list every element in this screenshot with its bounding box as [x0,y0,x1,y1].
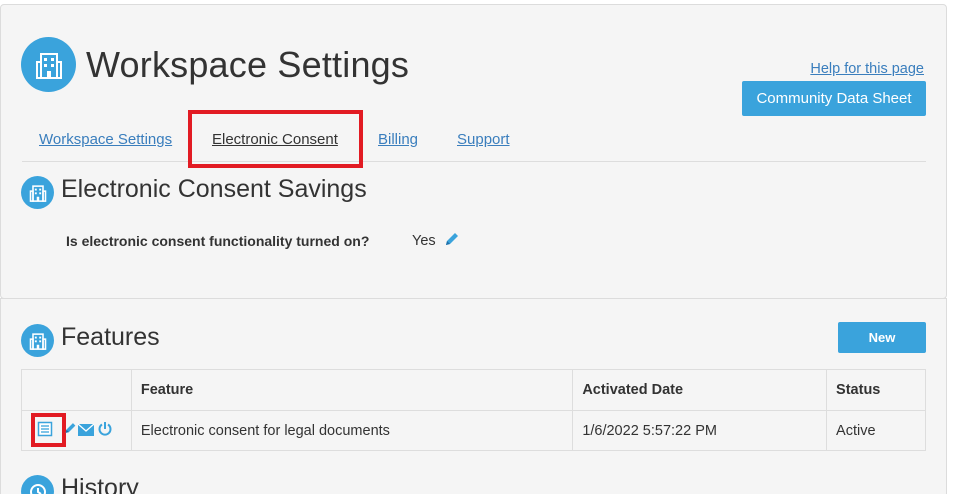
tab-bar: Workspace Settings Electronic Consent Bi… [22,0,926,162]
tab-workspace-settings[interactable]: Workspace Settings [39,131,172,148]
column-header-activated-date: Activated Date [572,369,828,411]
email-icon[interactable] [77,423,95,441]
features-table: Feature Activated Date Status Electronic… [21,369,926,451]
table-header-row: Feature Activated Date Status [21,369,926,411]
status-cell: Active [826,410,926,451]
power-icon[interactable] [97,421,113,442]
column-header-feature: Feature [130,369,574,411]
column-header-actions [21,369,132,411]
tab-support[interactable]: Support [457,131,510,148]
edit-icon[interactable] [444,231,460,252]
table-row: Electronic consent for legal documents 1… [21,410,926,451]
building-icon [21,324,54,357]
new-feature-button[interactable]: New [838,322,926,353]
activated-date-cell: 1/6/2022 5:57:22 PM [572,410,828,451]
features-section-title: Features [61,323,160,351]
edit-icon[interactable] [64,421,77,440]
column-header-status: Status [826,369,926,411]
tab-billing[interactable]: Billing [378,131,418,148]
active-tab-highlight [188,110,363,168]
building-icon [21,176,54,209]
history-section-title: History [61,474,139,494]
details-icon-highlight [31,413,66,447]
consent-setting-value: Yes [412,233,436,249]
consent-section-title: Electronic Consent Savings [61,175,367,203]
feature-name-cell: Electronic consent for legal documents [130,410,574,451]
consent-setting-label: Is electronic consent functionality turn… [66,233,370,249]
